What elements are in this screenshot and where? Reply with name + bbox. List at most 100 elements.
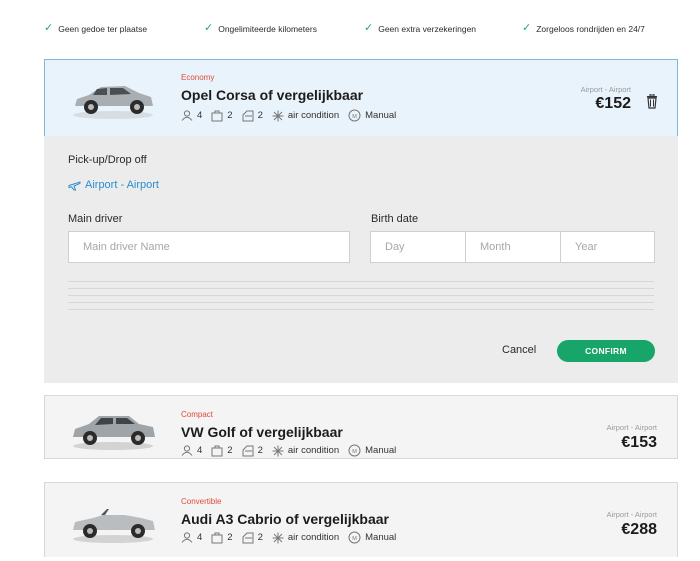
suitcases-count: 2: [227, 445, 233, 456]
main-driver-input[interactable]: Main driver Name: [68, 231, 350, 263]
main-driver-label: Main driver: [68, 213, 123, 225]
suitcase-icon: [211, 532, 223, 543]
car-name: VW Golf of vergelijkbaar: [181, 424, 343, 440]
suitcases-count: 2: [227, 110, 233, 121]
passengers-count: 4: [197, 110, 203, 121]
check-icon: ✓: [522, 22, 532, 34]
passengers-count: 4: [197, 445, 203, 456]
car-specs: 4 2 2 air condition M Manual: [181, 109, 405, 122]
transmission-label: Manual: [365, 110, 397, 121]
pickup-location-value: Airport - Airport: [85, 179, 159, 191]
car-specs: 4 2 2 air condition M Manual: [181, 531, 405, 544]
ac-spec: air condition: [272, 532, 339, 544]
cancel-button[interactable]: Cancel: [502, 344, 536, 356]
birth-month-input[interactable]: Month: [465, 231, 561, 263]
doors-spec: 2: [242, 532, 263, 544]
passengers-spec: 4: [181, 532, 202, 543]
snowflake-icon: [272, 532, 284, 543]
passengers-spec: 4: [181, 110, 202, 121]
benefit-label: Zorgeloos rondrijden en 24/7: [536, 23, 645, 34]
car-category: Convertible: [181, 497, 222, 506]
suitcases-count: 2: [227, 532, 233, 543]
passengers-spec: 4: [181, 445, 202, 456]
car-category: Economy: [181, 73, 215, 82]
suitcases-spec: 2: [211, 110, 233, 122]
car-image: [73, 86, 153, 119]
car-image: [73, 416, 155, 450]
check-icon: ✓: [44, 22, 54, 34]
transmission-spec: M Manual: [348, 109, 396, 122]
ac-label: air condition: [287, 110, 340, 121]
car-specs: 4 2 2 air condition M Manual: [181, 444, 405, 457]
gearbox-icon: M: [348, 531, 361, 544]
benefit-label: Ongelimiteerde kilometers: [218, 23, 317, 34]
car-price: €152: [595, 95, 631, 112]
suitcase-icon: [211, 445, 223, 456]
car-card[interactable]: Convertible Audi A3 Cabrio of vergelijkb…: [44, 482, 678, 557]
car-card-selected[interactable]: Economy Opel Corsa of vergelijkbaar 4 2 …: [44, 59, 678, 137]
ac-spec: air condition: [272, 110, 339, 122]
ac-spec: air condition: [272, 445, 339, 457]
snowflake-icon: [272, 110, 284, 121]
car-price: €153: [621, 434, 657, 451]
plane-icon: [68, 180, 81, 190]
check-icon: ✓: [364, 22, 374, 34]
transmission-spec: M Manual: [348, 531, 396, 544]
benefit-item: ✓ Ongelimiteerde kilometers: [204, 23, 317, 34]
benefit-label: Geen extra verzekeringen: [378, 23, 477, 34]
svg-text:M: M: [352, 114, 357, 120]
benefits-bar: ✓ Geen gedoe ter plaatse ✓ Ongelimiteerde …: [44, 23, 662, 41]
svg-text:M: M: [352, 449, 357, 455]
suitcases-spec: 2: [211, 532, 233, 544]
doors-count: 2: [257, 532, 263, 543]
snowflake-icon: [272, 445, 284, 456]
route-label: Airport - Airport: [606, 510, 657, 519]
car-image: [73, 509, 155, 543]
booking-form-panel: Pick-up/Drop off Airport - Airport Main …: [44, 136, 678, 383]
divider: [68, 281, 654, 282]
route-label: Airport - Airport: [580, 85, 631, 94]
gearbox-icon: M: [348, 444, 361, 457]
door-icon: [242, 445, 254, 456]
pickup-location-link[interactable]: Airport - Airport: [68, 179, 159, 191]
suitcase-icon: [211, 110, 223, 121]
trash-icon[interactable]: [646, 94, 658, 109]
divider: [68, 288, 654, 289]
person-icon: [181, 532, 193, 543]
benefit-label: Geen gedoe ter plaatse: [58, 23, 148, 34]
car-card[interactable]: Compact VW Golf of vergelijkbaar 4 2 2 a…: [44, 395, 678, 459]
suitcases-spec: 2: [211, 445, 233, 457]
person-icon: [181, 110, 193, 121]
car-name: Opel Corsa of vergelijkbaar: [181, 87, 364, 103]
route-label: Airport - Airport: [606, 423, 657, 432]
car-name: Audi A3 Cabrio of vergelijkbaar: [181, 511, 389, 527]
car-price: €288: [621, 521, 657, 538]
birth-day-input[interactable]: Day: [370, 231, 466, 263]
benefit-item: ✓ Geen extra verzekeringen: [364, 23, 476, 34]
doors-spec: 2: [242, 445, 263, 457]
door-icon: [242, 110, 254, 121]
divider: [68, 302, 654, 303]
svg-text:M: M: [352, 536, 357, 542]
person-icon: [181, 445, 193, 456]
passengers-count: 4: [197, 532, 203, 543]
ac-label: air condition: [287, 445, 340, 456]
doors-count: 2: [257, 445, 263, 456]
confirm-button[interactable]: CONFIRM: [557, 340, 655, 362]
transmission-spec: M Manual: [348, 444, 396, 457]
birth-year-input[interactable]: Year: [560, 231, 655, 263]
car-category: Compact: [181, 410, 214, 419]
doors-spec: 2: [242, 110, 263, 122]
transmission-label: Manual: [365, 445, 397, 456]
doors-count: 2: [257, 110, 263, 121]
benefit-item: ✓ Zorgeloos rondrijden en 24/7: [522, 23, 645, 34]
transmission-label: Manual: [365, 532, 397, 543]
ac-label: air condition: [287, 532, 340, 543]
pickup-label: Pick-up/Drop off: [68, 154, 147, 166]
benefit-item: ✓ Geen gedoe ter plaatse: [44, 23, 147, 34]
gearbox-icon: M: [348, 109, 361, 122]
divider: [68, 309, 654, 310]
divider: [68, 295, 654, 296]
check-icon: ✓: [204, 22, 214, 34]
door-icon: [242, 532, 254, 543]
